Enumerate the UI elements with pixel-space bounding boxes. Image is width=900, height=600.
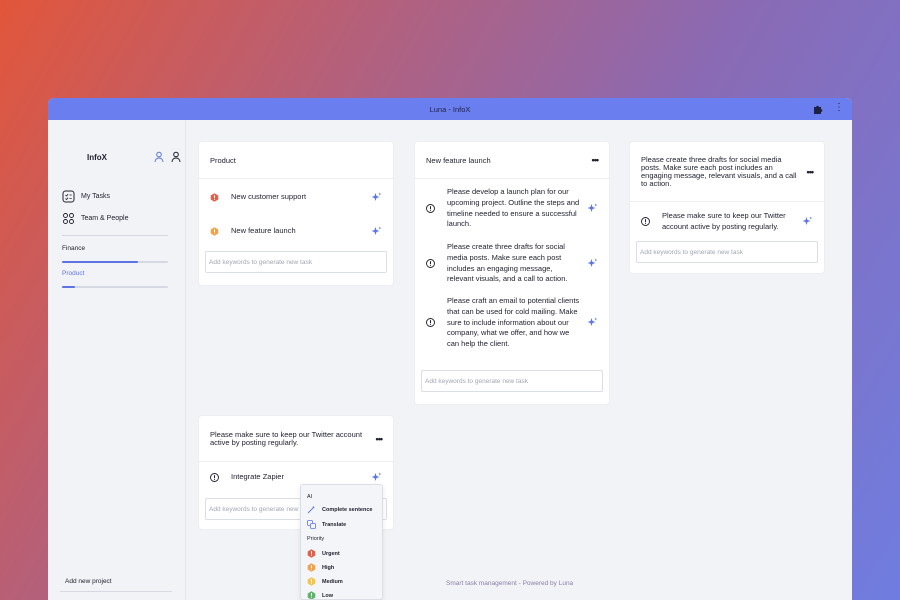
task-item[interactable]: New customer support — [210, 192, 382, 203]
context-menu: AI Complete sentence Translate Priority … — [300, 484, 383, 600]
info-icon — [426, 204, 435, 214]
high-priority-icon — [307, 563, 316, 572]
footer-text: Smart task management - Powered by Luna — [446, 580, 574, 587]
task-item[interactable]: Please create three drafts for social me… — [426, 242, 598, 285]
urgent-priority-icon — [210, 193, 219, 202]
task-text: Please develop a launch plan for our upc… — [447, 187, 580, 229]
sparkle-icon[interactable] — [802, 216, 813, 227]
card-title-text: Please make sure to keep our Twitter acc… — [210, 429, 363, 447]
task-text: Integrate Zapier — [231, 472, 284, 482]
user-active-icon[interactable] — [154, 151, 164, 163]
low-priority-icon — [307, 591, 316, 599]
card-title: Product — [199, 142, 393, 179]
nav-team-people[interactable]: Team & People — [62, 212, 128, 225]
puzzle-icon[interactable] — [812, 103, 824, 115]
more-horizontal-icon[interactable]: ••• — [376, 434, 384, 443]
product-progress — [62, 286, 168, 288]
task-item[interactable]: Integrate Zapier — [210, 472, 382, 483]
sparkle-icon[interactable] — [371, 226, 382, 237]
menu-item-label: Translate — [322, 521, 347, 528]
menu-item-high[interactable]: High — [307, 563, 334, 572]
card-title: New feature launch ••• — [415, 142, 609, 179]
keywords-input[interactable]: Add keywords to generate new task — [421, 370, 603, 392]
user-icon[interactable] — [171, 151, 181, 163]
task-item[interactable]: Please make sure to keep our Twitter acc… — [641, 211, 813, 233]
more-vertical-icon[interactable]: ⋮ — [834, 102, 844, 114]
add-project-button[interactable]: Add new project — [65, 578, 112, 585]
sparkle-icon[interactable] — [587, 317, 598, 328]
brand-name: InfoX — [87, 153, 107, 162]
info-icon — [426, 259, 435, 269]
task-text: Please make sure to keep our Twitter acc… — [662, 211, 786, 231]
title-bar: Luna - InfoX ⋮ — [48, 98, 852, 120]
menu-item-low[interactable]: Low — [307, 591, 333, 599]
task-text: New customer support — [231, 192, 307, 202]
menu-item-label: Low — [322, 592, 333, 599]
finance-progress-fill — [62, 261, 139, 263]
magic-wand-icon — [307, 505, 315, 514]
menu-item-translate[interactable]: Translate — [307, 520, 346, 529]
menu-item-urgent[interactable]: Urgent — [307, 549, 340, 558]
info-icon — [641, 217, 650, 227]
project-product[interactable]: Product — [62, 270, 84, 277]
nav-my-tasks[interactable]: My Tasks — [62, 190, 110, 203]
finance-progress — [62, 261, 168, 263]
project-finance[interactable]: Finance — [62, 245, 85, 252]
card-title-text: New feature launch — [426, 155, 491, 165]
keywords-input[interactable]: Add keywords to generate new task — [636, 241, 818, 263]
sparkle-icon[interactable] — [371, 192, 382, 203]
window-title: Luna - InfoX — [429, 104, 471, 114]
menu-item-medium[interactable]: Medium — [307, 577, 343, 586]
sidebar-divider — [62, 235, 168, 236]
menu-item-label: Urgent — [322, 550, 340, 557]
keywords-input[interactable]: Add keywords to generate new task — [205, 251, 387, 273]
tasks-icon — [62, 190, 75, 203]
sparkle-icon[interactable] — [587, 258, 598, 269]
menu-item-label: Medium — [322, 578, 343, 585]
task-text: New feature launch — [231, 226, 296, 236]
card-title: Please make sure to keep our Twitter acc… — [199, 416, 393, 462]
urgent-priority-icon — [307, 549, 316, 558]
menu-item-label: Complete sentence — [322, 506, 373, 513]
task-item[interactable]: Please craft an email to potential clien… — [426, 296, 598, 350]
info-icon — [426, 318, 435, 328]
card-title: Please create three drafts for social me… — [630, 142, 824, 202]
info-icon — [210, 473, 219, 482]
team-icon — [63, 213, 74, 224]
more-horizontal-icon[interactable]: ••• — [592, 155, 600, 165]
task-item[interactable]: Please develop a launch plan for our upc… — [426, 187, 598, 230]
menu-section-ai: AI — [307, 494, 313, 500]
high-priority-icon — [210, 227, 219, 236]
card-title-text: Please create three drafts for social me… — [641, 154, 797, 188]
medium-priority-icon — [307, 577, 316, 586]
menu-item-complete-sentence[interactable]: Complete sentence — [307, 505, 372, 514]
task-text: Please craft an email to potential clien… — [447, 296, 580, 349]
product-progress-fill — [62, 286, 75, 288]
nav-label: Team & People — [81, 215, 129, 222]
menu-item-label: High — [322, 564, 335, 571]
nav-label: My Tasks — [81, 193, 111, 200]
task-text: Please create three drafts for social me… — [447, 242, 568, 284]
sidebar-bottom-divider — [60, 591, 172, 592]
sparkle-icon[interactable] — [587, 203, 598, 214]
task-item[interactable]: New feature launch — [210, 226, 382, 237]
menu-section-priority: Priority — [307, 536, 325, 542]
sidebar: InfoX My Tasks Team & People Finance Pro… — [48, 120, 186, 600]
card-title-text: Product — [210, 155, 236, 165]
card-new-feature-launch: New feature launch ••• Please develop a … — [415, 142, 609, 404]
card-product: Product New customer support New feature… — [199, 142, 393, 285]
translate-icon — [307, 520, 316, 529]
sparkle-icon[interactable] — [371, 472, 382, 483]
more-horizontal-icon[interactable]: ••• — [807, 167, 815, 176]
app-window: Luna - InfoX ⋮ InfoX My Tasks Team & Peo… — [48, 98, 852, 600]
card-social-media-drafts: Please create three drafts for social me… — [630, 142, 824, 273]
